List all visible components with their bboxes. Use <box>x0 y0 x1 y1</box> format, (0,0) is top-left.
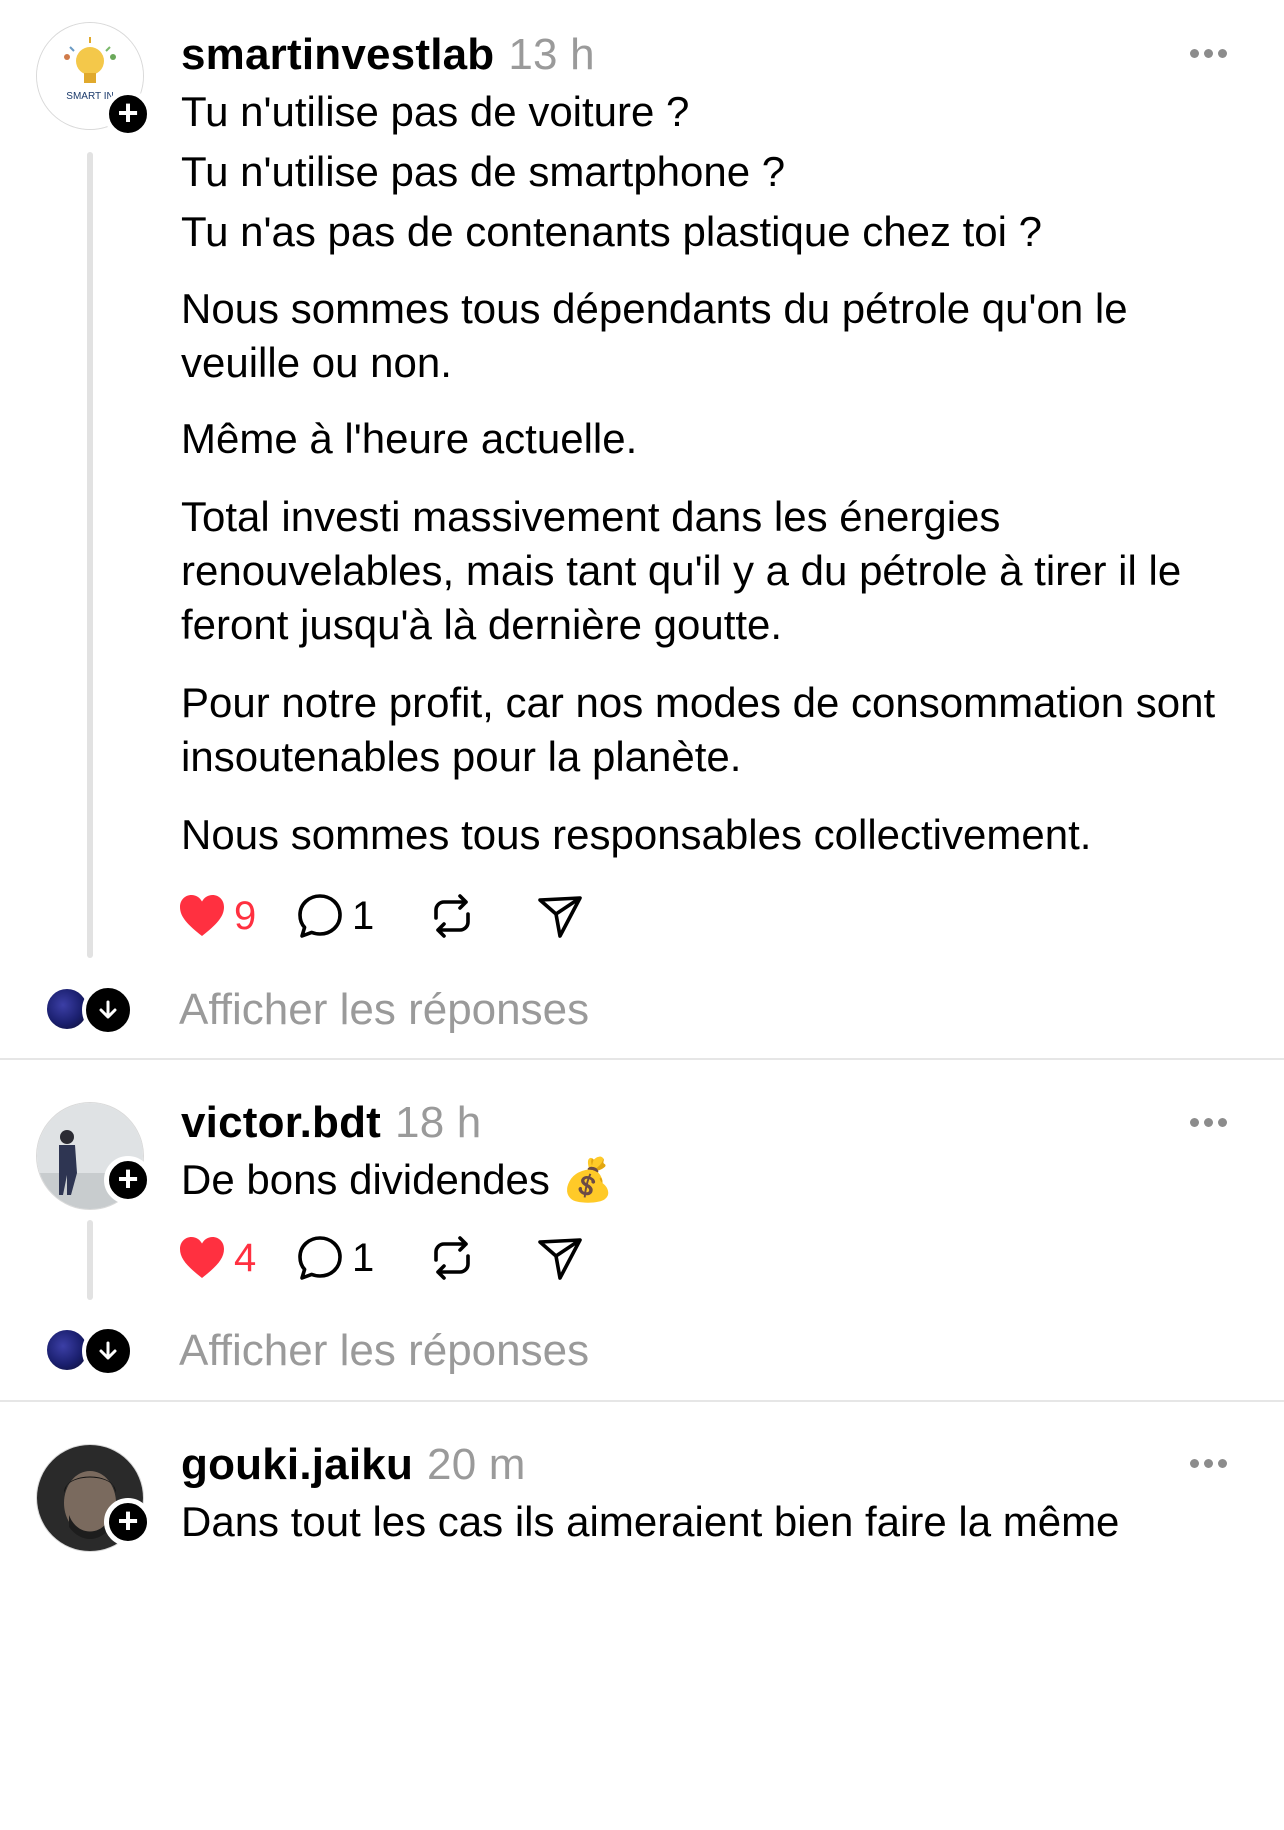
post-line: Dans tout les cas ils aimeraient bien fa… <box>181 1498 1120 1545</box>
comment-icon <box>298 894 342 938</box>
divider <box>0 1400 1284 1402</box>
svg-text:SMART IN: SMART IN <box>66 91 113 102</box>
comment-button[interactable]: 1 <box>296 888 374 944</box>
heart-icon <box>180 895 224 936</box>
username[interactable]: smartinvestlab 13 h <box>181 30 595 80</box>
arrow-down-icon <box>82 984 134 1036</box>
show-replies-link[interactable]: Afficher les réponses <box>179 1323 589 1379</box>
post-paragraph: Total investi massivement dans les énerg… <box>181 493 1182 648</box>
more-icon[interactable] <box>1190 43 1240 63</box>
like-count: 4 <box>234 1235 257 1280</box>
show-replies-link[interactable]: Afficher les réponses <box>179 982 589 1038</box>
show-replies-row[interactable]: Afficher les réponses <box>44 982 744 1038</box>
like-button[interactable]: 4 <box>178 1230 256 1286</box>
comment-button[interactable]: 1 <box>296 1230 374 1286</box>
thread-line <box>87 1220 93 1300</box>
post-actions: 9 1 <box>178 888 778 944</box>
share-button[interactable] <box>536 888 584 944</box>
username[interactable]: gouki.jaiku 20 m <box>181 1440 526 1490</box>
post-body: Tu n'utilise pas de voiture ? Tu n'utili… <box>181 82 1251 862</box>
thread-line <box>87 152 93 958</box>
post-time: 18 h <box>395 1098 482 1147</box>
heart-icon <box>180 1237 224 1278</box>
post-paragraph: Pour notre profit, car nos modes de cons… <box>181 679 1216 780</box>
like-button[interactable]: 9 <box>178 888 256 944</box>
comment-icon <box>298 1236 342 1280</box>
arrow-down-icon <box>82 1325 134 1377</box>
follow-plus-icon[interactable]: + <box>104 1156 152 1204</box>
divider <box>0 1058 1284 1060</box>
share-icon <box>538 896 582 938</box>
show-replies-row[interactable]: Afficher les réponses <box>44 1323 744 1379</box>
username-text[interactable]: victor.bdt <box>181 1098 381 1147</box>
follow-plus-icon[interactable]: + <box>104 1498 152 1546</box>
post-line: Tu n'as pas de contenants plastique chez… <box>181 208 1043 255</box>
more-icon[interactable] <box>1190 1453 1240 1473</box>
share-button[interactable] <box>536 1230 584 1286</box>
repost-icon <box>434 1236 470 1280</box>
repost-icon <box>434 894 470 938</box>
follow-plus-icon[interactable]: + <box>104 90 152 138</box>
post-line: Tu n'utilise pas de voiture ? <box>181 88 690 135</box>
post-body: Dans tout les cas ils aimeraient bien fa… <box>181 1492 1251 1552</box>
post-line: De bons dividendes 💰 <box>181 1156 614 1203</box>
username-text[interactable]: smartinvestlab <box>181 30 494 79</box>
post-paragraph: Nous sommes tous dépendants du pétrole q… <box>181 285 1128 386</box>
post-actions: 4 1 <box>178 1230 778 1286</box>
repost-button[interactable] <box>428 1230 476 1286</box>
more-icon[interactable] <box>1190 1112 1240 1132</box>
post-body: De bons dividendes 💰 <box>181 1150 1251 1210</box>
username-text[interactable]: gouki.jaiku <box>181 1440 413 1489</box>
post-line: Tu n'utilise pas de smartphone ? <box>181 148 786 195</box>
post-time: 20 m <box>427 1440 526 1489</box>
comment-count: 1 <box>352 893 375 938</box>
post-time: 13 h <box>508 30 595 79</box>
username[interactable]: victor.bdt 18 h <box>181 1098 481 1148</box>
repost-button[interactable] <box>428 888 476 944</box>
post-paragraph: Même à l'heure actuelle. <box>181 415 638 462</box>
post-paragraph: Nous sommes tous responsables collective… <box>181 811 1092 858</box>
like-count: 9 <box>234 893 257 938</box>
comment-count: 1 <box>352 1235 375 1280</box>
share-icon <box>538 1238 582 1280</box>
